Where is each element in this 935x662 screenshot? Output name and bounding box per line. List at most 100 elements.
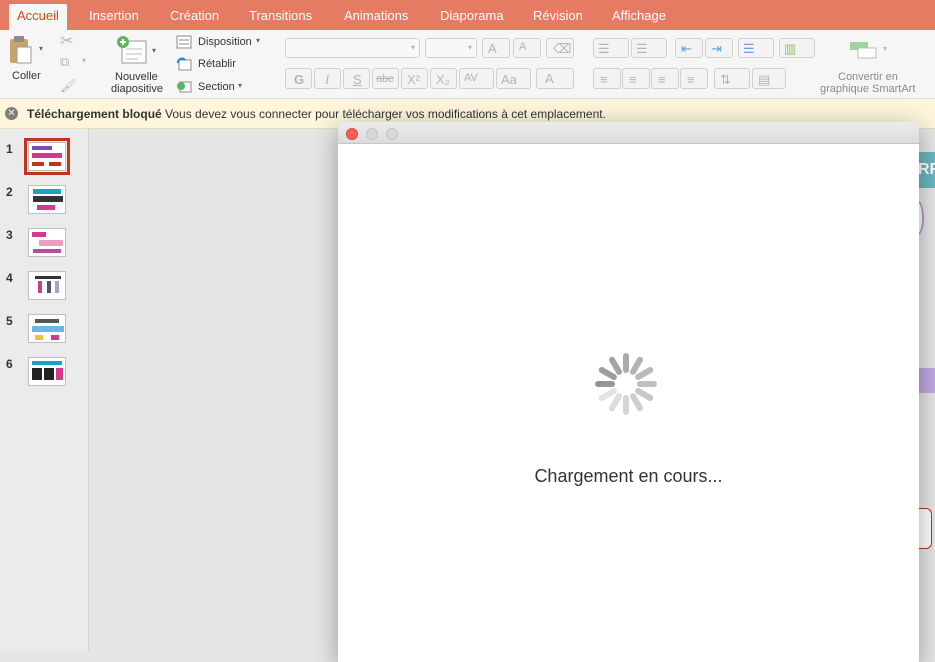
slide-number: 4 xyxy=(6,271,13,285)
smartart-label-1: Convertir en xyxy=(838,71,898,83)
clear-format-button[interactable]: ⌫ xyxy=(546,38,574,58)
increase-indent-icon: ⇥ xyxy=(711,41,722,56)
bold-button[interactable]: G xyxy=(285,68,312,89)
line-spacing-button[interactable]: ☰ xyxy=(738,38,774,58)
text-direction-button[interactable]: ⇅ xyxy=(714,68,750,89)
decrease-indent-icon: ⇤ xyxy=(681,41,692,56)
subscript-button[interactable]: X₂ xyxy=(430,68,457,89)
slide-number: 6 xyxy=(6,357,13,371)
italic-glyph: I xyxy=(325,72,330,87)
spinner-spoke xyxy=(609,393,622,412)
decrease-indent-button[interactable]: ⇤ xyxy=(675,38,703,58)
maximize-window-button[interactable] xyxy=(386,128,398,140)
slide-thumbnail-2[interactable] xyxy=(28,185,66,214)
paste-button[interactable]: ▾ Coller xyxy=(6,34,48,86)
minimize-window-button[interactable] xyxy=(366,128,378,140)
layout-icon xyxy=(176,35,192,49)
clipboard-icon xyxy=(10,36,32,64)
slide-thumbnail-6[interactable] xyxy=(28,357,66,386)
spinner-spoke xyxy=(598,367,617,380)
grow-font-button[interactable]: A xyxy=(482,38,510,58)
close-window-button[interactable] xyxy=(346,128,358,140)
tab-accueil[interactable]: Accueil xyxy=(9,4,67,30)
increase-indent-button[interactable]: ⇥ xyxy=(705,38,733,58)
grow-font-glyph: A xyxy=(488,41,497,56)
layout-button[interactable]: Disposition ▾ xyxy=(176,33,268,51)
new-slide-label-1: Nouvelle xyxy=(115,71,158,83)
tab-insertion[interactable]: Insertion xyxy=(89,0,139,30)
change-case-button[interactable]: Aa xyxy=(496,68,531,89)
slide-number: 1 xyxy=(6,142,13,156)
align-text-icon: ▤ xyxy=(758,72,771,87)
underline-button[interactable]: S xyxy=(343,68,370,89)
new-slide-icon xyxy=(117,36,147,64)
slide-thumbnail-5[interactable] xyxy=(28,314,66,343)
paste-dropdown-icon[interactable]: ▾ xyxy=(39,44,43,53)
strikethrough-glyph: abc xyxy=(376,73,394,85)
tab-revision[interactable]: Révision xyxy=(533,0,583,30)
strikethrough-button[interactable]: abc xyxy=(372,68,399,89)
dismiss-notification-icon[interactable]: ✕ xyxy=(5,107,18,120)
numbering-icon: ☰ xyxy=(636,41,648,56)
italic-button[interactable]: I xyxy=(314,68,341,89)
font-color-button[interactable]: A xyxy=(536,68,574,89)
eraser-icon: ⌫ xyxy=(553,41,572,56)
bold-glyph: G xyxy=(294,72,305,87)
slide-thumbnail-panel: 1 2 3 4 5 6 xyxy=(0,129,89,651)
section-label: Section xyxy=(198,81,235,93)
reset-label: Rétablir xyxy=(198,58,236,70)
char-spacing-glyph: AV xyxy=(464,72,478,84)
tab-diaporama[interactable]: Diaporama xyxy=(440,0,504,30)
slide-thumbnail-4[interactable] xyxy=(28,271,66,300)
spinner-spoke xyxy=(630,356,643,375)
spinner-spoke xyxy=(598,388,617,401)
align-right-button[interactable]: ≡ xyxy=(651,68,679,89)
line-spacing-icon: ☰ xyxy=(743,41,755,56)
slide-number: 2 xyxy=(6,185,13,199)
spinner-spoke xyxy=(635,367,654,380)
smartart-label-2: graphique SmartArt xyxy=(820,83,916,95)
slide-number: 5 xyxy=(6,314,13,328)
slide-title-fragment: RR xyxy=(918,152,935,188)
char-spacing-button[interactable]: AV xyxy=(459,68,494,89)
new-slide-button[interactable]: ▾ Nouvelle diapositive xyxy=(108,34,168,96)
align-text-button[interactable]: ▤ xyxy=(752,68,786,89)
justify-button[interactable]: ≡ xyxy=(680,68,708,89)
font-size-select[interactable]: ▾ xyxy=(425,38,477,58)
font-name-select[interactable]: ▾ xyxy=(285,38,420,58)
copy-dropdown-icon[interactable]: ▾ xyxy=(82,56,86,65)
slide-bar-fragment xyxy=(918,368,935,393)
copy-icon[interactable]: ⧉ xyxy=(60,54,69,70)
shrink-font-button[interactable]: A xyxy=(513,38,541,58)
new-slide-dropdown-icon[interactable]: ▾ xyxy=(152,46,156,55)
layout-dropdown-icon: ▾ xyxy=(256,36,261,45)
smartart-dropdown-icon: ▾ xyxy=(883,44,888,53)
tab-creation[interactable]: Création xyxy=(170,0,219,30)
bullets-button[interactable]: ☰ xyxy=(593,38,629,58)
superscript-button[interactable]: X² xyxy=(401,68,428,89)
numbering-button[interactable]: ☰ xyxy=(631,38,667,58)
notification-title: Téléchargement bloqué xyxy=(27,107,162,121)
columns-icon: ▥ xyxy=(784,41,797,56)
columns-button[interactable]: ▥ xyxy=(779,38,815,58)
convert-smartart-button[interactable]: ▾ Convertir en graphique SmartArt xyxy=(816,38,934,98)
tab-transitions[interactable]: Transitions xyxy=(249,0,312,30)
font-color-glyph: A xyxy=(545,71,554,86)
font-name-dropdown-icon: ▾ xyxy=(410,43,415,52)
align-center-icon: ≡ xyxy=(629,72,637,87)
format-painter-icon[interactable]: 🖌 xyxy=(60,78,77,94)
align-left-button[interactable]: ≡ xyxy=(593,68,621,89)
align-right-icon: ≡ xyxy=(658,72,666,87)
text-direction-icon: ⇅ xyxy=(720,72,731,87)
bullets-icon: ☰ xyxy=(598,41,610,56)
cut-icon[interactable]: ✂ xyxy=(60,31,73,51)
slide-thumbnail-3[interactable] xyxy=(28,228,66,257)
dialog-titlebar[interactable] xyxy=(338,122,919,144)
section-button[interactable]: Section ▾ xyxy=(176,78,256,96)
align-center-button[interactable]: ≡ xyxy=(622,68,650,89)
reset-button[interactable]: Rétablir xyxy=(176,55,246,73)
tab-animations[interactable]: Animations xyxy=(344,0,408,30)
align-left-icon: ≡ xyxy=(600,72,608,87)
slide-thumbnail-1[interactable] xyxy=(24,138,70,175)
tab-affichage[interactable]: Affichage xyxy=(612,0,666,30)
